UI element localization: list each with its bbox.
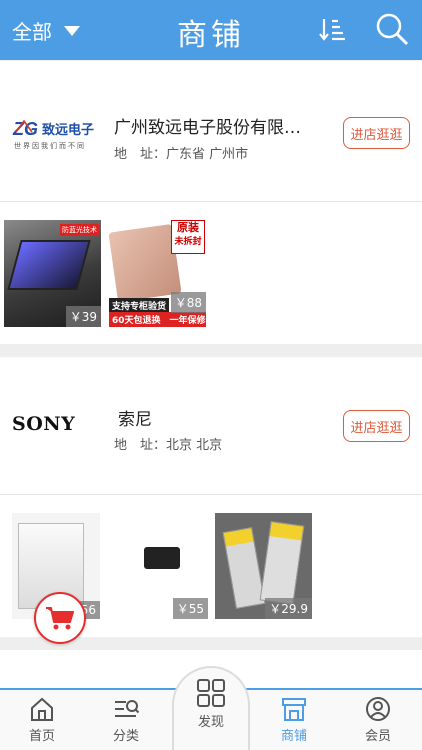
product-thumbnail[interactable]: ￥29.9 <box>215 513 312 619</box>
member-icon <box>366 697 390 721</box>
top-bar: 全部 商铺 <box>0 0 422 60</box>
store-name: 索尼 <box>118 410 152 430</box>
page-title: 商铺 <box>177 18 245 53</box>
divider <box>0 201 422 202</box>
product-thumbnail[interactable]: ￥55 <box>116 513 208 619</box>
store-logo: ZG 致远电子 世界因我们而不同 <box>12 115 98 153</box>
product-price: ￥55 <box>172 598 208 619</box>
product-banner: 支持专柜验货 <box>109 298 170 313</box>
tab-discover[interactable]: 发现 <box>172 666 250 750</box>
tab-member-label: 会员 <box>364 729 391 744</box>
store-address: 地 址：北京 北京 <box>114 438 223 453</box>
product-price: ￥39 <box>65 306 101 327</box>
enter-store-button[interactable]: 进店逛逛 <box>343 410 410 442</box>
tab-home[interactable]: 首页 <box>12 696 72 744</box>
product-image <box>259 521 305 605</box>
tab-stores-label: 商铺 <box>280 729 307 744</box>
product-price: ￥29.9 <box>265 598 312 619</box>
tab-stores[interactable]: 商铺 <box>264 696 324 744</box>
product-thumbnail[interactable]: 原装 未拆封 支持专柜验货 60天包退换 一年保修 ￥88 <box>109 220 206 327</box>
category-icon <box>115 700 140 717</box>
product-sticker: 原装 未拆封 <box>171 220 205 254</box>
tab-discover-label: 发现 <box>197 715 224 730</box>
logo-text: 致远电子 <box>42 123 95 138</box>
sort-icon[interactable] <box>318 15 348 45</box>
store-name: 广州致远电子股份有限… <box>114 118 301 138</box>
product-price: ￥88 <box>170 292 206 313</box>
store-logo: SONY <box>12 413 76 435</box>
cart-button[interactable] <box>34 592 86 644</box>
enter-store-button[interactable]: 进店逛逛 <box>343 117 410 149</box>
product-thumbnail[interactable]: 防蓝光技术 ￥39 <box>4 220 101 327</box>
store-card[interactable]: ZG 致远电子 世界因我们而不同 广州致远电子股份有限… 地 址：广东省 广州市… <box>0 61 422 344</box>
home-icon <box>31 697 53 721</box>
store-address: 地 址：广东省 广州市 <box>114 147 249 162</box>
tab-category[interactable]: 分类 <box>96 696 156 744</box>
tab-category-label: 分类 <box>112 729 139 744</box>
product-banner: 60天包退换 一年保修 <box>109 312 206 327</box>
grid-icon <box>197 679 225 707</box>
product-sticker: 防蓝光技术 <box>60 224 99 236</box>
divider <box>0 494 422 495</box>
cart-icon <box>46 607 74 630</box>
store-icon <box>282 698 306 721</box>
logo-slogan: 世界因我们而不同 <box>14 142 86 150</box>
product-image <box>7 240 91 290</box>
search-icon[interactable] <box>374 11 410 47</box>
product-image <box>144 547 180 569</box>
tab-member[interactable]: 会员 <box>348 696 408 744</box>
tab-home-label: 首页 <box>28 729 55 744</box>
